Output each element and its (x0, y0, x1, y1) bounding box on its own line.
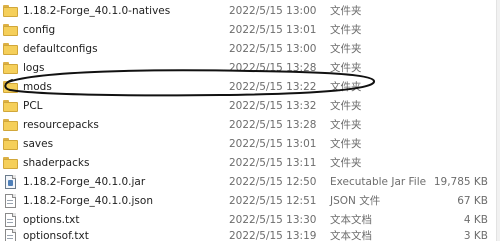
file-date: 2022/5/15 13:11 (229, 157, 317, 169)
file-size: 19,785 KB (433, 176, 488, 188)
file-name: optionsof.txt (23, 230, 89, 241)
file-date: 2022/5/15 13:19 (229, 230, 317, 241)
file-name: 1.18.2-Forge_40.1.0.jar (23, 176, 146, 188)
file-name: shaderpacks (23, 157, 90, 169)
file-row[interactable]: optionsof.txt 2022/5/15 13:19 文本文档 3 KB (0, 227, 500, 241)
file-name: 1.18.2-Forge_40.1.0.json (23, 195, 153, 207)
file-date: 2022/5/15 13:32 (229, 100, 317, 112)
file-row[interactable]: saves 2022/5/15 13:01 文件夹 (0, 135, 500, 154)
file-row[interactable]: shaderpacks 2022/5/15 13:11 文件夹 (0, 154, 500, 173)
file-type: 文件夹 (330, 138, 362, 150)
file-type: 文件夹 (330, 5, 362, 17)
text-file-icon (3, 229, 18, 241)
file-size: 67 KB (457, 195, 488, 207)
file-row[interactable]: config 2022/5/15 13:01 文件夹 (0, 21, 500, 40)
file-row[interactable]: 1.18.2-Forge_40.1.0.json 2022/5/15 12:51… (0, 192, 500, 211)
text-file-icon (3, 213, 18, 227)
folder-icon (3, 137, 18, 151)
file-date: 2022/5/15 12:51 (229, 195, 317, 207)
file-type: 文件夹 (330, 24, 362, 36)
json-file-icon (3, 194, 18, 208)
file-row[interactable]: 1.18.2-Forge_40.1.0-natives 2022/5/15 13… (0, 2, 500, 21)
hand-drawn-annotation-circle (4, 69, 375, 97)
file-type: 文件夹 (330, 100, 362, 112)
file-row[interactable]: defaultconfigs 2022/5/15 13:00 文件夹 (0, 40, 500, 59)
file-type: 文件夹 (330, 119, 362, 131)
file-type: 文本文档 (330, 230, 372, 241)
folder-icon (3, 23, 18, 37)
scrollbar-track[interactable] (496, 0, 500, 241)
file-date: 2022/5/15 12:50 (229, 176, 317, 188)
file-name: defaultconfigs (23, 43, 98, 55)
file-date: 2022/5/15 13:00 (229, 5, 317, 17)
file-date: 2022/5/15 13:01 (229, 24, 317, 36)
file-type: Executable Jar File (330, 176, 427, 188)
file-name: resourcepacks (23, 119, 99, 131)
folder-icon (3, 42, 18, 56)
file-date: 2022/5/15 13:28 (229, 119, 317, 131)
file-name: saves (23, 138, 54, 150)
file-name: 1.18.2-Forge_40.1.0-natives (23, 5, 171, 17)
file-size: 3 KB (463, 230, 488, 241)
file-date: 2022/5/15 13:01 (229, 138, 317, 150)
folder-icon (3, 118, 18, 132)
file-list: 1.18.2-Forge_40.1.0-natives 2022/5/15 13… (0, 0, 500, 241)
file-name: PCL (23, 100, 43, 112)
file-type: 文件夹 (330, 43, 362, 55)
file-type: JSON 文件 (330, 195, 381, 207)
jar-file-icon (3, 175, 18, 189)
file-row[interactable]: 1.18.2-Forge_40.1.0.jar 2022/5/15 12:50 … (0, 173, 500, 192)
file-row[interactable]: PCL 2022/5/15 13:32 文件夹 (0, 97, 500, 116)
file-name: config (23, 24, 56, 36)
folder-icon (3, 156, 18, 170)
file-date: 2022/5/15 13:00 (229, 43, 317, 55)
folder-icon (3, 99, 18, 113)
folder-icon (3, 4, 18, 18)
file-type: 文件夹 (330, 157, 362, 169)
file-row[interactable]: resourcepacks 2022/5/15 13:28 文件夹 (0, 116, 500, 135)
